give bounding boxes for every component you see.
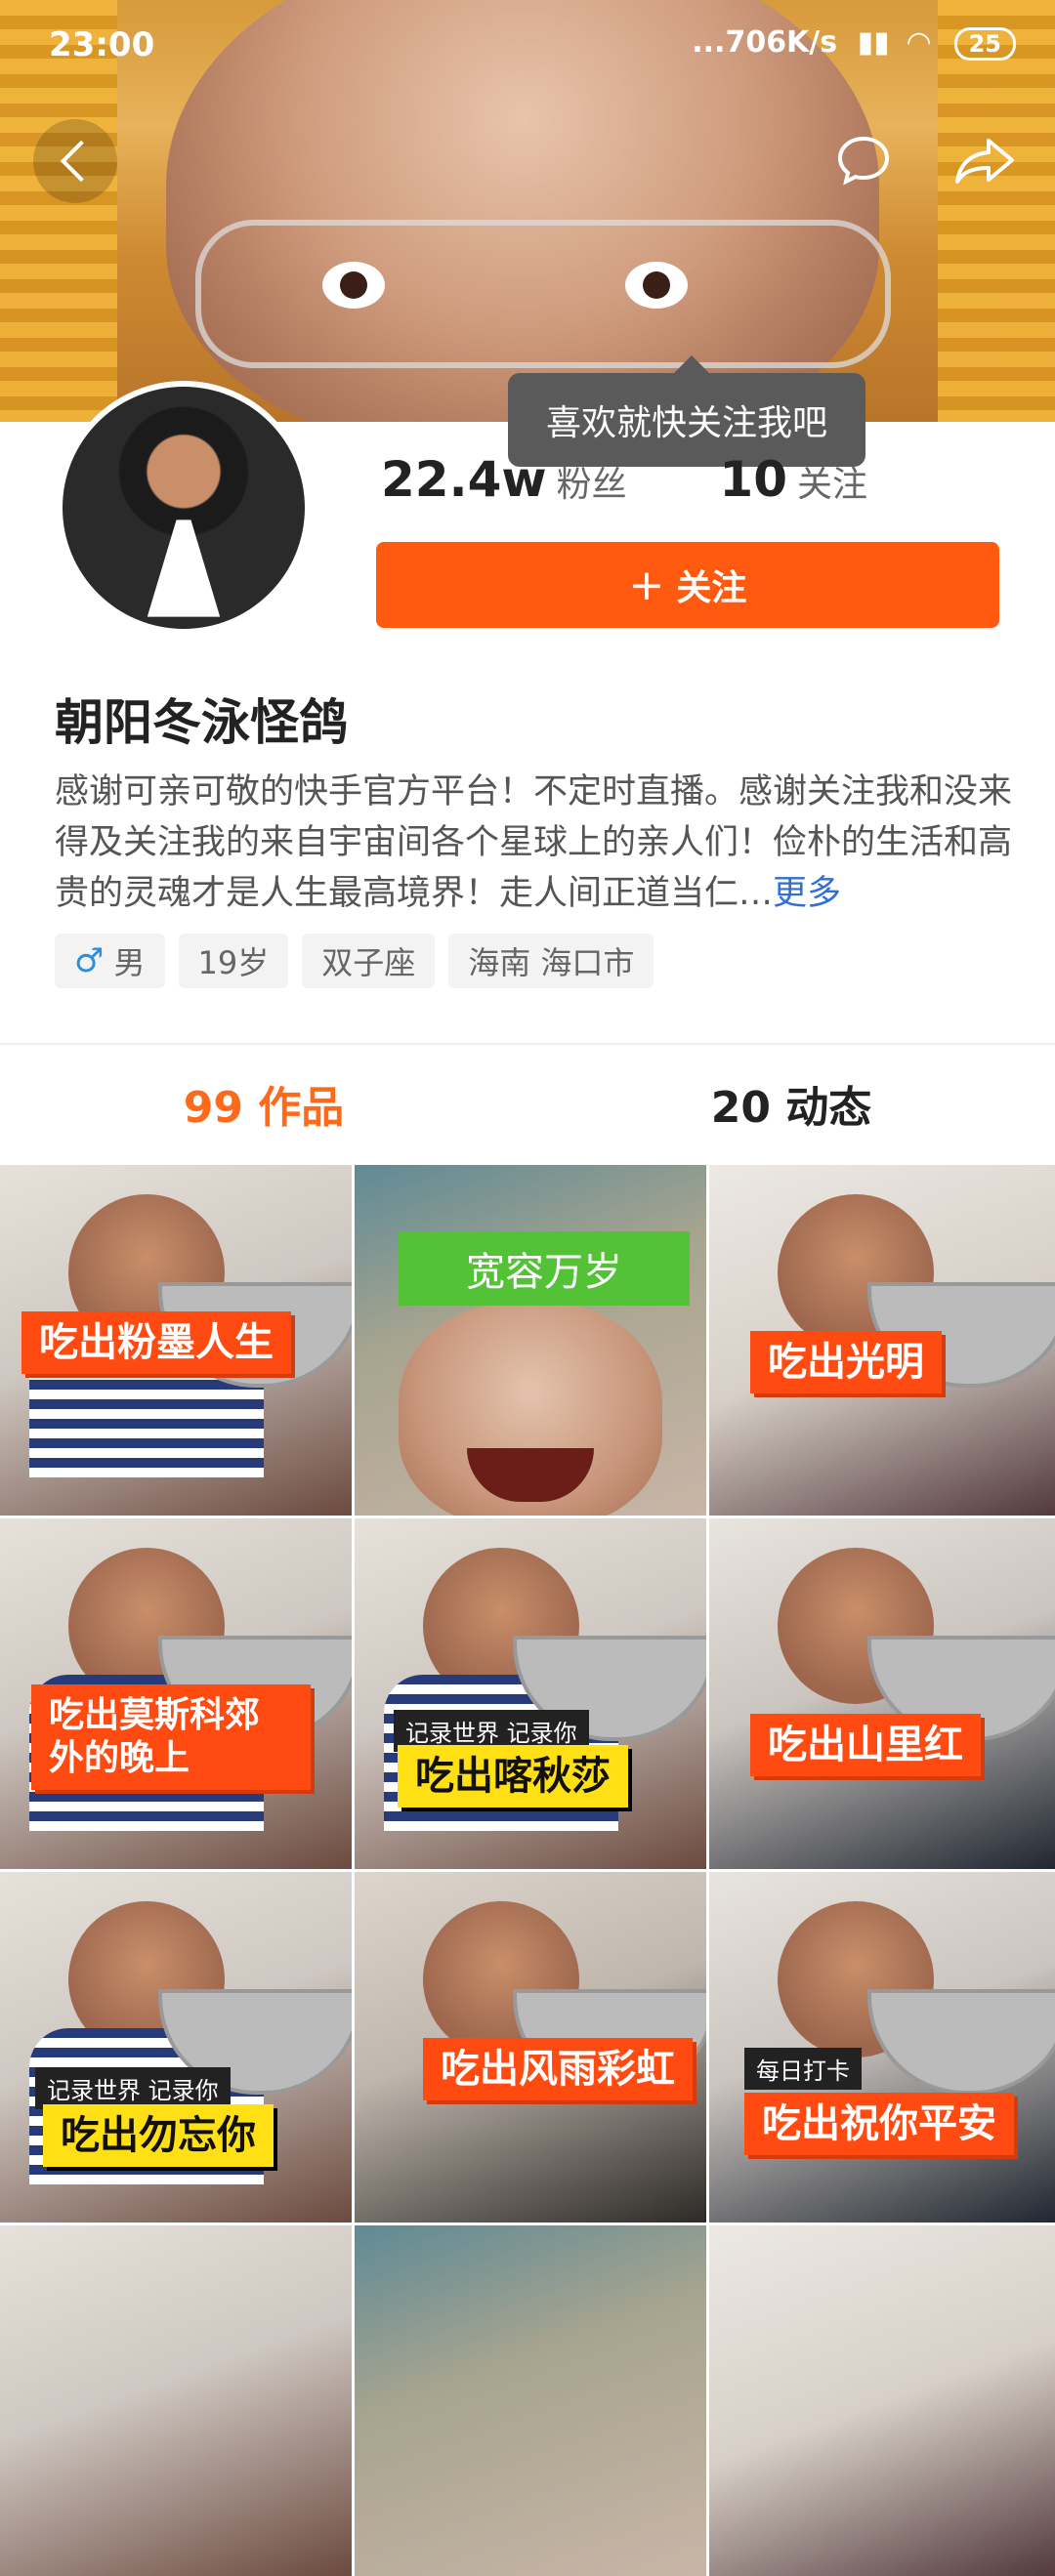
location-tag: 海南 海口市: [448, 934, 654, 988]
status-bar: 23:00 ...706K/s ▮▮ ◠ 25: [0, 0, 1055, 94]
battery-icon: 25: [953, 26, 1016, 61]
video-subtitle: 记录世界 记录你: [35, 2067, 231, 2109]
plus-icon: +: [628, 560, 665, 610]
video-caption: 宽容万岁: [399, 1231, 690, 1306]
video-thumbnail[interactable]: 吃出莫斯科郊外的晚上: [0, 1518, 352, 1869]
profile-name: 朝阳冬泳怪鸽: [55, 694, 348, 751]
video-thumbnail[interactable]: 吃出光明: [709, 1165, 1055, 1516]
video-subtitle: 每日打卡: [744, 2048, 862, 2090]
video-caption: 吃出莫斯科郊外的晚上: [31, 1684, 311, 1790]
network-speed: ...706K/s: [692, 25, 838, 60]
tab-works[interactable]: 99 作品: [0, 1045, 528, 1162]
thumbnail-bowl: [867, 1989, 1055, 2095]
age-tag: 19岁: [178, 934, 289, 988]
bio-text: 感谢可亲可敬的快手官方平台！不定时直播。感谢关注我和没来得及关注我的来自宇宙间各…: [55, 772, 1013, 913]
video-thumbnail[interactable]: [709, 2225, 1055, 2576]
profile-tags: ♂ 男 19岁 双子座 海南 海口市: [55, 934, 654, 988]
video-thumbnail[interactable]: 每日打卡 吃出祝你平安: [709, 1872, 1055, 2223]
video-caption: 吃出勿忘你: [43, 2104, 274, 2167]
gender-label: 男: [113, 944, 146, 981]
video-thumbnail[interactable]: 记录世界 记录你 吃出勿忘你: [0, 1872, 352, 2223]
back-arrow-icon[interactable]: [33, 119, 117, 203]
video-thumbnail[interactable]: 宽容万岁: [355, 1165, 706, 1516]
status-right: ...706K/s ▮▮ ◠ 25: [692, 25, 1016, 61]
status-time: 23:00: [49, 25, 155, 64]
video-thumbnail[interactable]: [0, 2225, 352, 2576]
male-icon: ♂: [74, 941, 105, 980]
profile-tabs: 99 作品 20 动态: [0, 1045, 1055, 1162]
avatar-image: [63, 387, 305, 629]
video-grid: 吃出粉墨人生 宽容万岁 吃出光明 吃出莫斯科郊外的晚上 记录世界 记录你 吃出喀…: [0, 1165, 1055, 2576]
message-bubble-icon[interactable]: [836, 135, 891, 186]
fans-count[interactable]: 22.4w: [381, 451, 547, 508]
share-arrow-icon[interactable]: [953, 137, 1016, 184]
bio-more-link[interactable]: 更多: [773, 874, 841, 913]
profile-stats: 22.4w 粉丝 10 关注: [381, 451, 867, 508]
video-caption: 吃出粉墨人生: [21, 1311, 291, 1374]
fans-label: 粉丝: [556, 465, 627, 505]
cover-eye: [625, 262, 688, 309]
following-count[interactable]: 10: [719, 451, 787, 508]
zodiac-tag: 双子座: [302, 934, 436, 988]
tab-moments[interactable]: 20 动态: [528, 1045, 1055, 1162]
video-thumbnail[interactable]: 记录世界 记录你 吃出喀秋莎: [355, 1518, 706, 1869]
video-thumbnail[interactable]: 吃出风雨彩虹: [355, 1872, 706, 2223]
follow-button[interactable]: + 关注: [376, 542, 999, 628]
video-thumbnail[interactable]: 吃出山里红: [709, 1518, 1055, 1869]
following-label: 关注: [797, 465, 868, 505]
wifi-icon: ◠: [907, 25, 931, 60]
gender-tag: ♂ 男: [55, 934, 165, 988]
video-caption: 吃出祝你平安: [744, 2093, 1014, 2155]
cover-glasses: [195, 220, 891, 368]
avatar[interactable]: [57, 381, 311, 635]
profile-bio: 感谢可亲可敬的快手官方平台！不定时直播。感谢关注我和没来得及关注我的来自宇宙间各…: [55, 767, 1022, 919]
video-thumbnail[interactable]: 吃出粉墨人生: [0, 1165, 352, 1516]
video-caption: 吃出山里红: [750, 1714, 981, 1776]
follow-button-label: 关注: [676, 568, 747, 608]
video-thumbnail[interactable]: [355, 2225, 706, 2576]
video-caption: 吃出光明: [750, 1331, 942, 1393]
cover-eye: [322, 262, 385, 309]
video-caption: 吃出风雨彩虹: [423, 2038, 693, 2100]
video-caption: 吃出喀秋莎: [398, 1745, 628, 1807]
signal-icon: ▮▮: [857, 25, 890, 60]
